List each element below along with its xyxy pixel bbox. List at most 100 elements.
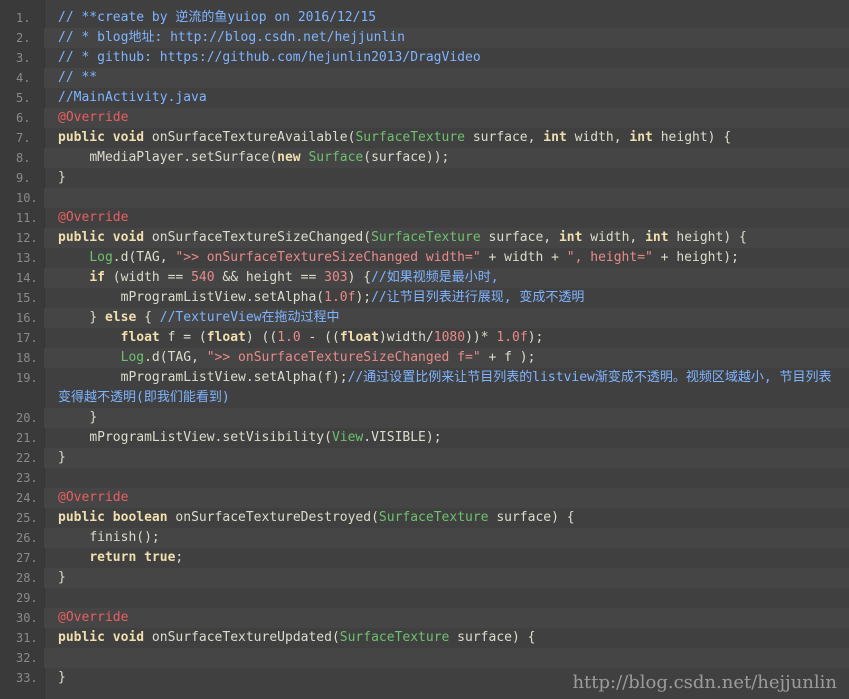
code-token: onSurfaceTextureSizeChanged(	[144, 230, 372, 245]
code-text: public void onSurfaceTextureAvailable(Su…	[44, 128, 849, 148]
code-line: 6. @Override	[0, 108, 849, 128]
code-line: 19. mProgramListView.setAlpha(f);//通过设置比…	[0, 368, 849, 408]
code-token: ) ((	[245, 330, 278, 345]
line-number: 25.	[16, 511, 38, 525]
line-number: 14.	[16, 271, 38, 285]
code-line: 28.}	[0, 568, 849, 588]
line-number: 28.	[16, 571, 38, 585]
code-token: {	[136, 310, 160, 325]
code-text: // * github: https://github.com/hejunlin…	[44, 48, 849, 68]
code-token: float	[120, 330, 160, 345]
code-token: float	[339, 330, 379, 345]
code-token: ">> onSurfaceTextureSizeChanged f="	[206, 350, 481, 365]
code-token: SurfaceTexture	[378, 510, 489, 525]
code-text: return true;	[44, 548, 849, 568]
code-text: float f = (float) ((1.0 - ((float)width/…	[44, 328, 849, 348]
code-token: finish();	[58, 530, 160, 545]
line-number: 29.	[16, 591, 38, 605]
code-line: 2. // * blog地址: http://blog.csdn.net/hejj…	[0, 28, 849, 48]
code-token: 1080	[433, 330, 466, 345]
code-line: 15. mProgramListView.setAlpha(1.0f);//让节…	[0, 288, 849, 308]
code-token: void	[112, 230, 145, 245]
code-token: public	[58, 510, 105, 525]
code-token: View	[331, 430, 364, 445]
line-number: 20.	[16, 411, 38, 425]
code-line: 17. float f = (float) ((1.0 - ((float)wi…	[0, 328, 849, 348]
code-token: );	[355, 290, 372, 305]
code-text: }	[44, 408, 849, 428]
code-line: 21. mProgramListView.setVisibility(View.…	[0, 428, 849, 448]
code-text: mMediaPlayer.setSurface(new Surface(surf…	[44, 148, 849, 168]
line-number: 11.	[16, 211, 38, 225]
code-token: }	[58, 450, 66, 465]
code-token: mProgramListView.setVisibility(	[58, 430, 332, 445]
code-token: // * blog地址: http://blog.csdn.net/hejjun…	[58, 30, 405, 45]
code-text	[44, 188, 849, 208]
code-token: + height);	[652, 250, 739, 265]
code-text: @Override	[44, 608, 849, 628]
code-token: 1.0f	[496, 330, 528, 345]
code-line: 16. } else { //TextureView在拖动过程中	[0, 308, 849, 328]
code-token: )width/	[378, 330, 434, 345]
code-token: public	[58, 630, 105, 645]
line-number: 23.	[16, 471, 38, 485]
code-token: //如果视频是最小时,	[371, 270, 499, 285]
code-line: 31. public void onSurfaceTextureUpdated(S…	[0, 628, 849, 648]
code-line: 9.}	[0, 168, 849, 188]
code-token: SurfaceTexture	[355, 130, 466, 145]
code-token: Log	[120, 350, 145, 365]
code-token: }	[58, 670, 66, 685]
code-token: 540	[191, 270, 215, 285]
code-text: Log.d(TAG, ">> onSurfaceTextureSizeChang…	[44, 348, 849, 368]
code-token: + width +	[480, 250, 567, 265]
code-token: SurfaceTexture	[371, 230, 481, 245]
code-token: .VISIBLE);	[363, 430, 442, 445]
code-text	[44, 648, 849, 668]
code-token: );	[527, 330, 544, 345]
code-token: ;	[175, 550, 184, 565]
code-token: ) {	[347, 270, 372, 285]
line-number: 22.	[16, 451, 38, 465]
code-token: Log	[89, 250, 113, 265]
code-token: @Override	[58, 610, 129, 625]
line-number: 9.	[16, 171, 31, 185]
line-number: 12.	[16, 231, 38, 245]
code-text: } else { //TextureView在拖动过程中	[44, 308, 849, 328]
code-token: ", height="	[566, 250, 653, 265]
line-number: 16.	[16, 311, 38, 325]
code-token: float	[206, 330, 246, 345]
code-token: int	[629, 130, 653, 145]
code-token: public	[58, 230, 105, 245]
code-token: height) {	[652, 130, 732, 145]
code-text: public boolean onSurfaceTextureDestroyed…	[44, 508, 849, 528]
line-number: 18.	[16, 351, 38, 365]
code-token: //MainActivity.java	[58, 90, 207, 105]
code-token: boolean	[112, 510, 168, 525]
code-line: 25. public boolean onSurfaceTextureDestro…	[0, 508, 849, 528]
code-token: //TextureView在拖动过程中	[159, 310, 340, 325]
code-line: 22.}	[0, 448, 849, 468]
code-text: if (width == 540 && height == 303) {//如果…	[44, 268, 849, 288]
code-token: surface) {	[449, 630, 536, 645]
code-text: }	[44, 168, 849, 188]
code-token: }	[58, 170, 66, 185]
code-text: finish();	[44, 528, 849, 548]
code-token: int	[645, 230, 669, 245]
code-line: 20. }	[0, 408, 849, 428]
code-text: //MainActivity.java	[44, 88, 849, 108]
code-token: mProgramListView.setAlpha(f);	[58, 370, 348, 385]
code-line: 1. // **create by 逆流的鱼yuiop on 2016/12/15	[0, 8, 849, 28]
code-text: mProgramListView.setAlpha(f);//通过设置比例来让节…	[44, 368, 849, 408]
code-token: return	[89, 550, 137, 565]
code-token: // **	[58, 70, 98, 85]
line-number: 32.	[16, 651, 38, 665]
code-line: 29.	[0, 588, 849, 608]
code-token: if	[89, 270, 105, 285]
line-number: 13.	[16, 251, 38, 265]
